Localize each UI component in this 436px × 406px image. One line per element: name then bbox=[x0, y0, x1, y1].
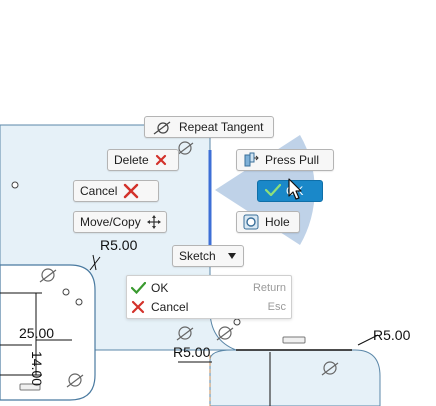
dim-radius-top-left[interactable]: R5.00 bbox=[100, 238, 137, 252]
hole-label: Hole bbox=[265, 215, 290, 229]
sketch-canvas[interactable] bbox=[0, 0, 436, 406]
dim-width[interactable]: 25.00 bbox=[19, 326, 54, 340]
context-menu-item-cancel[interactable]: Cancel Esc bbox=[127, 298, 291, 316]
sketch-dropdown-button[interactable]: Sketch bbox=[172, 245, 244, 267]
checkmark-icon bbox=[264, 183, 282, 199]
press-pull-button[interactable]: Press Pull bbox=[236, 149, 334, 171]
repeat-tangent-button[interactable]: Repeat Tangent bbox=[144, 116, 274, 138]
dim-radius-bottom-middle[interactable]: R5.00 bbox=[173, 345, 210, 359]
move-copy-button[interactable]: Move/Copy bbox=[73, 211, 167, 233]
cancel-label: Cancel bbox=[80, 184, 118, 198]
delete-x-icon bbox=[155, 154, 167, 166]
press-pull-label: Press Pull bbox=[265, 153, 320, 167]
dim-height[interactable]: 14.00 bbox=[29, 351, 45, 386]
context-menu-ok-label: OK bbox=[151, 281, 169, 295]
context-menu-item-ok[interactable]: OK Return bbox=[127, 279, 291, 297]
move-copy-label: Move/Copy bbox=[80, 215, 141, 229]
dropdown-triangle-icon bbox=[227, 252, 237, 260]
context-menu: OK Return Cancel Esc bbox=[126, 275, 292, 319]
context-menu-cancel-shortcut: Esc bbox=[267, 301, 286, 313]
cancel-x-icon bbox=[123, 183, 139, 199]
tangent-constraint-icon bbox=[151, 119, 173, 135]
delete-button[interactable]: Delete bbox=[107, 149, 179, 171]
repeat-tangent-label: Repeat Tangent bbox=[179, 120, 264, 134]
press-pull-icon bbox=[243, 152, 259, 168]
context-menu-ok-shortcut: Return bbox=[252, 282, 286, 294]
sketch-profile-lower[interactable] bbox=[209, 349, 381, 406]
dim-radius-right[interactable]: R5.00 bbox=[373, 328, 410, 342]
move-arrows-icon bbox=[146, 215, 161, 229]
sketch-label: Sketch bbox=[179, 249, 216, 263]
context-menu-cancel-label: Cancel bbox=[151, 300, 189, 314]
cancel-button[interactable]: Cancel bbox=[73, 180, 159, 202]
hole-icon bbox=[243, 214, 259, 230]
mouse-cursor-icon bbox=[288, 178, 302, 200]
checkmark-icon bbox=[131, 282, 151, 294]
hole-button[interactable]: Hole bbox=[236, 211, 300, 233]
cancel-x-icon bbox=[131, 300, 151, 314]
delete-label: Delete bbox=[114, 153, 149, 167]
